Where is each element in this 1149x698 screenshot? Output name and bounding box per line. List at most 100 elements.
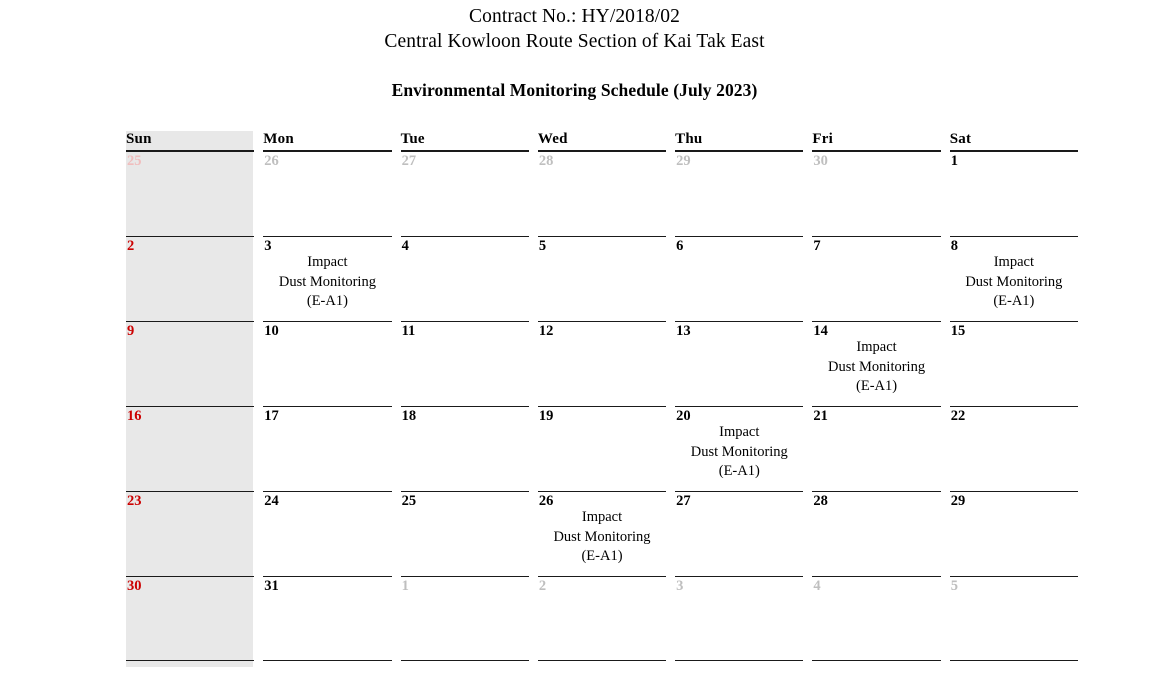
day-number: 2 — [538, 578, 547, 594]
calendar-day-cell[interactable]: 9 — [126, 321, 255, 406]
day-number: 30 — [127, 578, 142, 594]
dayname-tue: Tue — [400, 131, 529, 151]
calendar-weeks: 25 26 27 28 29 30 1 2 3 Impact Dust Monitoring (E… — [126, 151, 1078, 661]
calendar-day-cell[interactable]: 30 — [126, 576, 255, 661]
calendar-day-cell[interactable]: 29 — [949, 491, 1078, 576]
calendar-day-cell[interactable]: 29 — [675, 151, 804, 236]
calendar-day-cell[interactable]: 8 Impact Dust Monitoring (E-A1) — [949, 236, 1078, 321]
monthly-calendar: Sun Mon Tue Wed Thu Fri Sat 25 26 27 28 29 30… — [126, 131, 1078, 667]
calendar-day-cell[interactable]: 28 — [812, 491, 941, 576]
calendar-day-cell[interactable]: 12 — [537, 321, 667, 406]
calendar-day-cell[interactable]: 14 Impact Dust Monitoring (E-A1) — [812, 321, 941, 406]
schedule-title: Environmental Monitoring Schedule (July … — [391, 80, 758, 100]
monitoring-event[interactable]: Impact Dust Monitoring (E-A1) — [538, 508, 666, 567]
day-number: 23 — [127, 493, 142, 509]
calendar-week-row: 30 31 1 2 3 4 5 — [126, 576, 1078, 661]
calendar-day-cell[interactable]: 2 — [537, 576, 667, 661]
calendar-day-cell[interactable]: 23 — [126, 491, 255, 576]
calendar-week-row: 25 26 27 28 29 30 1 — [126, 151, 1078, 236]
day-number: 27 — [676, 493, 691, 509]
calendar-day-cell[interactable]: 5 — [537, 236, 667, 321]
calendar-day-cell[interactable]: 2 — [126, 236, 255, 321]
day-number: 28 — [813, 493, 828, 509]
calendar-day-cell[interactable]: 31 — [263, 576, 392, 661]
dayname-mon: Mon — [263, 131, 392, 151]
day-number: 24 — [264, 493, 279, 509]
calendar-day-cell[interactable]: 22 — [949, 406, 1078, 491]
calendar-week-row: 2 3 Impact Dust Monitoring (E-A1) 4 5 6 7 8 Impa… — [126, 236, 1078, 321]
monitoring-event[interactable]: Impact Dust Monitoring (E-A1) — [812, 338, 940, 397]
day-number: 2 — [127, 238, 135, 254]
dayname-wed: Wed — [537, 131, 667, 151]
calendar-day-cell[interactable]: 17 — [263, 406, 392, 491]
day-number: 15 — [950, 323, 966, 339]
day-number: 1 — [950, 153, 958, 169]
calendar-week-row: 23 24 25 26 Impact Dust Monitoring (E-A1) 27 2… — [126, 491, 1078, 576]
dayname-sat: Sat — [949, 131, 1078, 151]
day-number: 12 — [538, 323, 554, 339]
day-number: 29 — [676, 153, 691, 169]
calendar-day-cell[interactable]: 13 — [675, 321, 804, 406]
calendar-day-cell[interactable]: 20 Impact Dust Monitoring (E-A1) — [675, 406, 804, 491]
day-number: 25 — [401, 493, 417, 509]
calendar-day-cell[interactable]: 4 — [812, 576, 941, 661]
calendar-day-cell[interactable]: 3 — [675, 576, 804, 661]
document-header: Contract No.: HY/2018/02 Central Kowloon… — [0, 0, 1149, 101]
calendar-day-cell[interactable]: 3 Impact Dust Monitoring (E-A1) — [263, 236, 392, 321]
day-number: 4 — [401, 238, 409, 254]
calendar-day-cell[interactable]: 25 — [126, 151, 255, 236]
calendar-week-row: 9 10 11 12 13 14 Impact Dust Monitoring (E-A1)… — [126, 321, 1078, 406]
calendar-day-cell[interactable]: 7 — [812, 236, 941, 321]
day-number: 17 — [264, 408, 279, 424]
day-number: 11 — [401, 323, 416, 339]
monitoring-event[interactable]: Impact Dust Monitoring (E-A1) — [263, 253, 391, 312]
calendar-day-cell[interactable]: 11 — [400, 321, 529, 406]
calendar-day-cell[interactable]: 10 — [263, 321, 392, 406]
calendar-day-cell[interactable]: 24 — [263, 491, 392, 576]
calendar-day-cell[interactable]: 27 — [675, 491, 804, 576]
day-number: 27 — [401, 153, 417, 169]
calendar-day-cell[interactable]: 6 — [675, 236, 804, 321]
day-number: 16 — [127, 408, 142, 424]
calendar-day-cell[interactable]: 28 — [537, 151, 667, 236]
day-number: 4 — [813, 578, 821, 594]
calendar-day-cell[interactable]: 5 — [949, 576, 1078, 661]
calendar-day-cell[interactable]: 4 — [400, 236, 529, 321]
calendar-day-cell[interactable]: 16 — [126, 406, 255, 491]
calendar-dayname-row: Sun Mon Tue Wed Thu Fri Sat — [126, 131, 1078, 151]
day-number: 13 — [676, 323, 691, 339]
calendar-day-cell[interactable]: 26 — [263, 151, 392, 236]
dayname-sun: Sun — [126, 131, 255, 151]
calendar-day-cell[interactable]: 1 — [949, 151, 1078, 236]
day-number: 22 — [950, 408, 966, 424]
calendar-day-cell[interactable]: 21 — [812, 406, 941, 491]
dayname-fri: Fri — [812, 131, 941, 151]
day-number: 5 — [538, 238, 547, 254]
calendar-day-cell[interactable]: 1 — [400, 576, 529, 661]
day-number: 18 — [401, 408, 417, 424]
dayname-thu: Thu — [675, 131, 804, 151]
day-number: 26 — [264, 153, 279, 169]
schedule-document: Contract No.: HY/2018/02 Central Kowloon… — [0, 0, 1149, 698]
monitoring-event[interactable]: Impact Dust Monitoring (E-A1) — [950, 253, 1078, 312]
day-number: 5 — [950, 578, 958, 594]
calendar-day-cell[interactable]: 15 — [949, 321, 1078, 406]
day-number: 19 — [538, 408, 554, 424]
day-number: 21 — [813, 408, 828, 424]
day-number: 31 — [264, 578, 279, 594]
project-name-line: Central Kowloon Route Section of Kai Tak… — [384, 31, 765, 52]
contract-number-line: Contract No.: HY/2018/02 — [469, 6, 680, 27]
day-number: 1 — [401, 578, 409, 594]
calendar-day-cell[interactable]: 19 — [537, 406, 667, 491]
day-number: 29 — [950, 493, 966, 509]
day-number: 3 — [676, 578, 684, 594]
day-number: 25 — [127, 153, 142, 169]
monitoring-event[interactable]: Impact Dust Monitoring (E-A1) — [675, 423, 803, 482]
calendar-day-cell[interactable]: 30 — [812, 151, 941, 236]
day-number: 10 — [264, 323, 279, 339]
calendar-day-cell[interactable]: 27 — [400, 151, 529, 236]
calendar-day-cell[interactable]: 25 — [400, 491, 529, 576]
day-number: 7 — [813, 238, 821, 254]
calendar-day-cell[interactable]: 18 — [400, 406, 529, 491]
calendar-day-cell[interactable]: 26 Impact Dust Monitoring (E-A1) — [537, 491, 667, 576]
